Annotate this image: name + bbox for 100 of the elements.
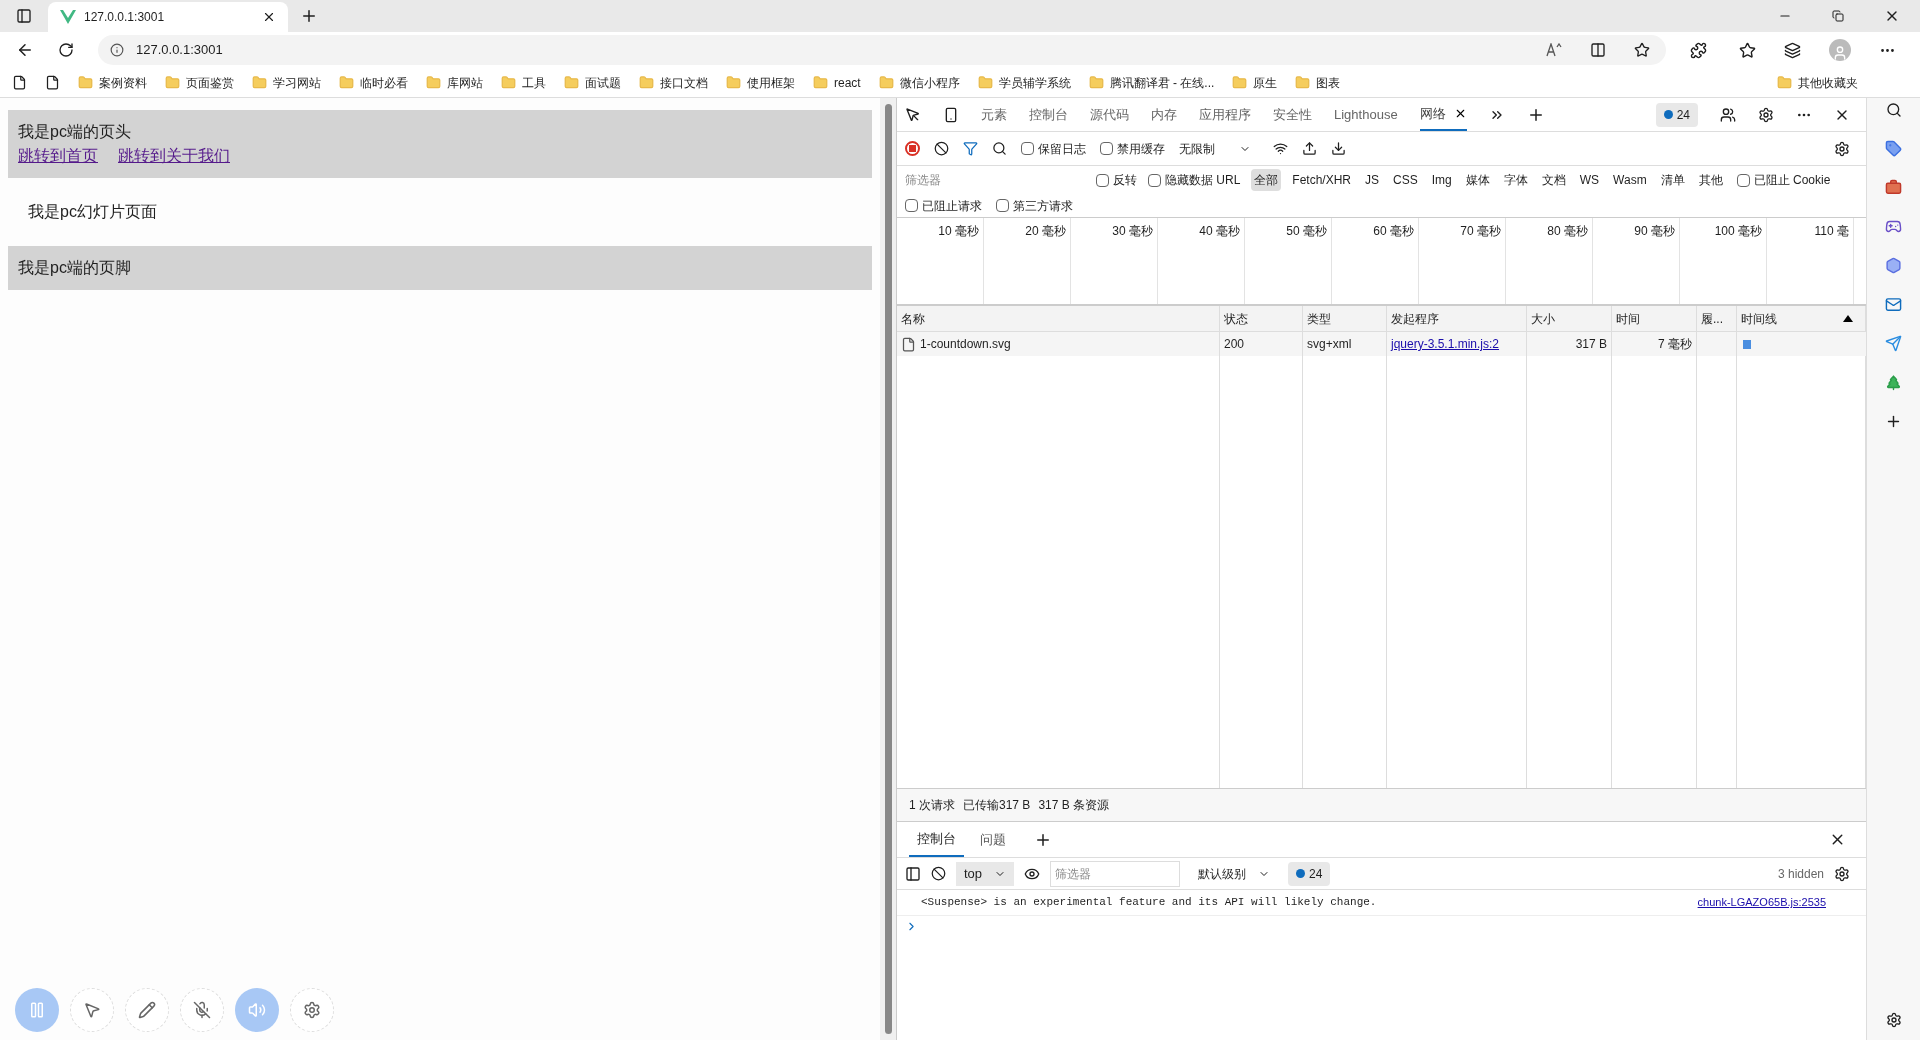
settings-icon[interactable] <box>1885 1012 1902 1028</box>
bookmark-item[interactable]: 图表 <box>1295 73 1341 92</box>
drawer-tab[interactable]: 问题 <box>972 822 1014 857</box>
checkbox[interactable]: 禁用缓存 <box>1100 139 1165 158</box>
checkbox-box[interactable] <box>1096 173 1109 187</box>
checkbox[interactable]: 隐藏数据 URL <box>1148 171 1241 189</box>
favorite-icon[interactable] <box>1634 42 1650 58</box>
checkbox[interactable]: 第三方请求 <box>996 196 1073 215</box>
type-filter[interactable]: Wasm <box>1610 169 1650 191</box>
column-header[interactable]: 大小 <box>1531 309 1555 328</box>
type-filter[interactable]: Img <box>1428 169 1455 191</box>
settings-icon[interactable] <box>1758 106 1774 123</box>
checkbox-box[interactable] <box>905 199 918 212</box>
device-emulation-icon[interactable] <box>943 106 959 123</box>
collections-icon[interactable] <box>1784 41 1801 59</box>
column-header[interactable]: 状态 <box>1224 309 1248 328</box>
checkbox-box[interactable] <box>1100 142 1113 155</box>
initiator-link[interactable]: jquery-3.5.1.min.js:2 <box>1391 335 1500 353</box>
bookmark-item[interactable]: 微信小程序 <box>878 73 960 92</box>
column-header[interactable]: 发起程序 <box>1391 309 1439 328</box>
search-icon[interactable] <box>1885 102 1902 118</box>
game-icon[interactable] <box>1885 218 1902 235</box>
checkbox-box[interactable] <box>1736 173 1750 187</box>
type-filter[interactable]: 文档 <box>1538 169 1569 191</box>
checkbox-box[interactable] <box>996 199 1009 212</box>
column-header[interactable]: 时间 <box>1616 309 1640 328</box>
bookmark-item[interactable]: 面试题 <box>564 73 621 92</box>
type-filter[interactable]: Fetch/XHR <box>1289 169 1355 191</box>
network-conditions-icon[interactable] <box>1273 141 1288 156</box>
import-icon[interactable] <box>1302 141 1317 156</box>
checkbox[interactable]: 已阻止 Cookie <box>1736 171 1831 189</box>
bookmark-item[interactable]: 原生 <box>1232 73 1278 92</box>
bookmark-item[interactable]: react <box>813 73 861 92</box>
console-filter-field[interactable]: 筛选器 <box>1050 860 1181 887</box>
context-dropdown[interactable]: top <box>956 861 1015 886</box>
column-header[interactable]: 类型 <box>1307 309 1331 328</box>
record-icon[interactable] <box>905 141 920 156</box>
info-icon[interactable] <box>110 43 124 57</box>
page-icon[interactable] <box>45 75 60 90</box>
tab-actions-icon[interactable] <box>16 8 32 24</box>
type-filter[interactable]: 清单 <box>1657 169 1688 191</box>
column-header[interactable]: 名称 <box>901 309 925 328</box>
drawer-tab[interactable]: 控制台 <box>909 822 964 857</box>
throttle-dropdown[interactable]: 无限制 <box>1179 139 1259 158</box>
source-link[interactable]: chunk-LGAZO65B.js:2535 <box>1697 894 1826 911</box>
type-filter[interactable]: JS <box>1362 169 1383 191</box>
briefcase-icon[interactable] <box>1885 179 1902 196</box>
bookmark-item[interactable]: 腾讯翻译君 - 在线... <box>1088 73 1215 92</box>
sort-icon[interactable] <box>1843 315 1853 322</box>
read-aloud-icon[interactable] <box>1546 43 1562 57</box>
issues-badge[interactable]: 24 <box>1655 102 1698 127</box>
type-filter[interactable]: CSS <box>1390 169 1421 191</box>
office-icon[interactable] <box>1885 257 1902 274</box>
checkbox-box[interactable] <box>1148 173 1161 187</box>
clear-console-icon[interactable] <box>931 866 946 881</box>
bookmark-item[interactable]: 库网站 <box>426 73 483 92</box>
favorites-icon[interactable] <box>1739 41 1756 59</box>
column-header[interactable]: 履... <box>1701 309 1723 328</box>
bookmark-item[interactable]: 页面鉴赏 <box>165 73 234 92</box>
devtools-tab[interactable]: 源代码 <box>1090 98 1129 131</box>
devtools-tab[interactable]: 安全性 <box>1273 98 1312 131</box>
address-bar[interactable]: 127.0.0.1:3001 <box>98 35 1666 65</box>
bookmark-item[interactable]: 工具 <box>501 73 546 92</box>
type-filter[interactable]: WS <box>1576 169 1603 191</box>
devtools-tab[interactable]: 网络 <box>1419 98 1467 131</box>
bookmark-item[interactable]: 临时必看 <box>339 73 408 92</box>
other-bookmarks[interactable]: 其他收藏夹 <box>1777 73 1858 92</box>
settings-icon[interactable] <box>1834 865 1850 882</box>
type-filter[interactable]: 字体 <box>1500 169 1531 191</box>
checkbox-box[interactable] <box>1021 142 1034 155</box>
devtools-tab[interactable]: 元素 <box>981 98 1007 131</box>
bookmark-item[interactable]: 学员辅学系统 <box>977 73 1071 92</box>
export-icon[interactable] <box>1331 141 1346 156</box>
checkbox[interactable]: 保留日志 <box>1021 139 1086 158</box>
issues-badge[interactable]: 24 <box>1288 861 1331 886</box>
log-level-dropdown[interactable]: 默认级别 <box>1190 864 1279 883</box>
page-icon[interactable] <box>12 75 27 90</box>
filter-icon[interactable] <box>963 141 978 156</box>
settings-icon[interactable] <box>1834 140 1850 157</box>
type-filter[interactable]: 其他 <box>1695 169 1726 191</box>
clear-icon[interactable] <box>934 141 949 156</box>
restore-icon[interactable] <box>1832 10 1844 22</box>
checkbox[interactable]: 已阻止请求 <box>905 196 982 215</box>
send-icon[interactable] <box>1885 335 1902 352</box>
nav-link[interactable]: 跳转到关于我们 <box>118 144 230 168</box>
sidebar-toggle-icon[interactable] <box>905 865 921 882</box>
search-icon[interactable] <box>992 141 1007 156</box>
back-icon[interactable] <box>16 41 34 59</box>
bookmark-item[interactable]: 使用框架 <box>726 73 795 92</box>
add-icon[interactable] <box>1885 413 1902 430</box>
extensions-icon[interactable] <box>1690 41 1707 59</box>
devtools-tab[interactable]: 控制台 <box>1029 98 1068 131</box>
devtools-tab[interactable]: 内存 <box>1151 98 1177 131</box>
column-header[interactable]: 时间线 <box>1741 309 1777 328</box>
checkbox[interactable]: 反转 <box>1096 171 1137 189</box>
type-filter[interactable]: 媒体 <box>1462 169 1493 191</box>
mail-icon[interactable] <box>1885 296 1902 313</box>
tree-icon[interactable] <box>1885 374 1902 391</box>
reload-icon[interactable] <box>58 42 74 58</box>
people-icon[interactable] <box>1720 106 1736 123</box>
